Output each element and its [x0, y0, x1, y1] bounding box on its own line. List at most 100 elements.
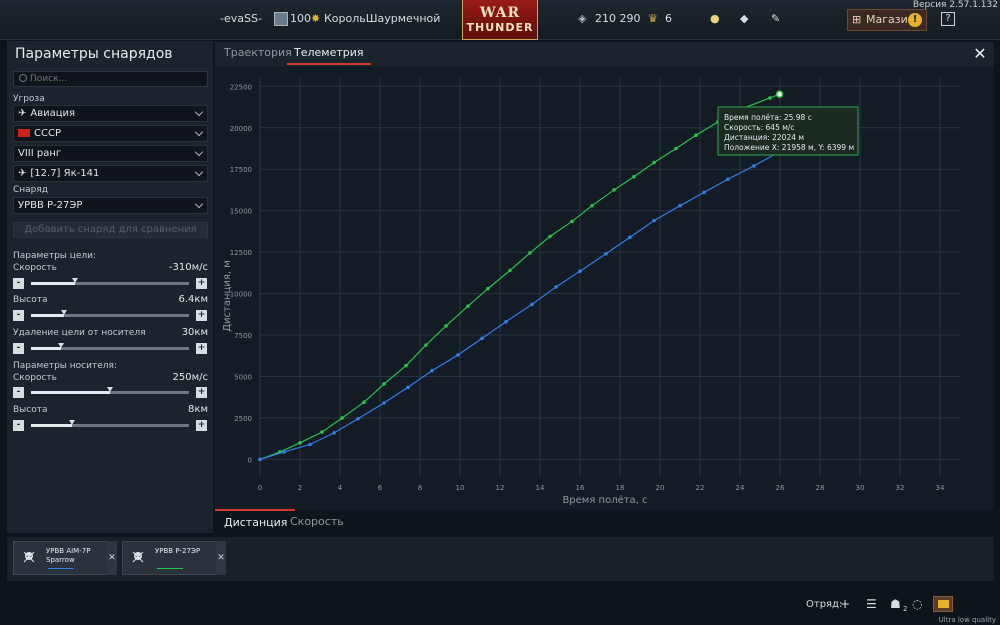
rank-select[interactable]: VIII ранг — [13, 145, 208, 162]
data-point[interactable] — [404, 363, 408, 368]
slider-thumb[interactable] — [72, 278, 79, 283]
data-point[interactable] — [678, 203, 682, 208]
carrier-alt-minus-button[interactable]: - — [13, 420, 24, 431]
data-point[interactable] — [480, 336, 484, 341]
data-point[interactable] — [590, 203, 594, 208]
data-point[interactable] — [424, 343, 428, 347]
slider-thumb[interactable] — [58, 343, 65, 348]
compare-card-aim7p[interactable]: УРВВ AIM-7P Sparrow — [13, 541, 117, 575]
target-alt-plus-button[interactable]: + — [196, 310, 207, 321]
target-speed-plus-button[interactable]: + — [196, 278, 207, 289]
data-point[interactable] — [486, 286, 490, 291]
player-title[interactable]: КорольШаурмечной — [324, 12, 440, 25]
mail-icon[interactable] — [933, 596, 953, 612]
add-squad-icon[interactable]: + — [840, 597, 850, 611]
data-point[interactable] — [466, 304, 470, 308]
data-point[interactable] — [694, 133, 698, 138]
remove-compare-button[interactable]: ✕ — [216, 541, 226, 575]
friends-icon[interactable]: ☗ — [890, 597, 901, 611]
help-button[interactable]: ? — [941, 12, 955, 26]
remove-compare-button[interactable]: ✕ — [107, 541, 117, 575]
close-icon[interactable]: ✕ — [972, 46, 988, 62]
target-alt-slider[interactable] — [31, 310, 189, 317]
lightbulb-icon[interactable]: ● — [710, 12, 720, 25]
data-point[interactable] — [612, 188, 616, 192]
slider-thumb[interactable] — [61, 310, 68, 315]
data-point[interactable] — [298, 441, 302, 445]
target-dist-plus-button[interactable]: + — [196, 343, 207, 354]
data-point[interactable] — [308, 442, 312, 447]
jet-icon: ✈ — [18, 168, 27, 179]
data-point[interactable] — [632, 174, 636, 179]
data-point[interactable] — [652, 218, 656, 223]
data-point[interactable] — [382, 382, 386, 386]
x-tick-label: 18 — [616, 484, 625, 492]
data-point[interactable] — [332, 431, 336, 435]
carrier-alt-plus-button[interactable]: + — [196, 420, 207, 431]
chat-icon[interactable]: ◌ — [912, 597, 922, 611]
diamond-icon[interactable]: ◆ — [740, 12, 748, 25]
tab-trajectory[interactable]: Траектория — [224, 45, 292, 65]
aircraft-select[interactable]: ✈ [12.7] Як-141 — [13, 165, 208, 182]
data-point[interactable] — [508, 268, 512, 273]
data-point[interactable] — [726, 177, 730, 181]
add-compare-button[interactable]: Добавить снаряд для сравнения — [13, 222, 208, 238]
data-point[interactable] — [504, 319, 508, 324]
data-point[interactable] — [702, 190, 706, 195]
data-point[interactable] — [752, 164, 756, 168]
data-point[interactable] — [604, 251, 608, 256]
shell-select[interactable]: УРВВ Р-27ЭР — [13, 197, 208, 214]
data-point[interactable] — [578, 269, 582, 273]
data-point[interactable] — [554, 285, 558, 289]
data-point[interactable] — [430, 368, 434, 373]
target-dist-slider[interactable] — [31, 343, 189, 350]
shop-button[interactable]: ⊞ Магазин ! — [847, 9, 927, 31]
country-select[interactable]: СССР — [13, 125, 208, 142]
data-point[interactable] — [456, 353, 460, 357]
data-point[interactable] — [628, 235, 632, 239]
slider-thumb[interactable] — [107, 387, 113, 392]
data-point[interactable] — [548, 234, 552, 239]
data-point[interactable] — [530, 302, 534, 307]
compare-card-name: УРВВ AIM-7P Sparrow — [46, 547, 91, 564]
data-point[interactable] — [340, 416, 344, 420]
carrier-alt-slider[interactable] — [31, 420, 189, 427]
target-speed-minus-button[interactable]: - — [13, 278, 24, 289]
username[interactable]: -evaSS- — [220, 12, 262, 25]
data-point[interactable] — [406, 385, 410, 390]
carrier-speed-slider[interactable] — [31, 387, 189, 394]
shell-value: УРВВ Р-27ЭР — [18, 200, 83, 211]
y-tick-label: 5000 — [234, 374, 252, 382]
data-point[interactable] — [652, 160, 656, 165]
tab-telemetry[interactable]: Телеметрия — [287, 45, 371, 65]
wrench-icon[interactable]: ✎ — [771, 12, 780, 25]
tab-speed[interactable]: Скорость — [290, 515, 344, 536]
list-icon[interactable]: ☰ — [866, 597, 877, 611]
tab-distance[interactable]: Дистанция — [215, 509, 296, 530]
data-point[interactable] — [528, 251, 532, 255]
game-logo[interactable]: WAR THUNDER — [462, 0, 538, 40]
compare-card-r27er[interactable]: УРВВ Р-27ЭР — [122, 541, 226, 575]
threat-type-select[interactable]: ✈ Авиация — [13, 105, 208, 122]
data-point[interactable] — [768, 96, 772, 100]
target-speed-slider[interactable] — [31, 278, 189, 285]
data-point[interactable] — [570, 219, 574, 224]
data-point[interactable] — [356, 416, 360, 421]
data-point[interactable] — [444, 324, 448, 328]
carrier-speed-plus-button[interactable]: + — [196, 387, 207, 398]
data-point[interactable] — [382, 401, 386, 405]
search-input[interactable] — [13, 71, 208, 87]
golden-eagles-count[interactable]: 6 — [665, 12, 672, 25]
carrier-speed-minus-button[interactable]: - — [13, 387, 24, 398]
hovered-point[interactable] — [775, 90, 784, 98]
silver-lions-count[interactable]: 210 290 — [595, 12, 641, 25]
data-point[interactable] — [674, 146, 678, 151]
target-alt-minus-button[interactable]: - — [13, 310, 24, 321]
data-point[interactable] — [258, 457, 262, 462]
data-point[interactable] — [320, 430, 324, 434]
slider-thumb[interactable] — [69, 420, 76, 425]
data-point[interactable] — [362, 400, 366, 405]
avatar[interactable] — [274, 12, 288, 26]
target-dist-minus-button[interactable]: - — [13, 343, 24, 354]
data-point[interactable] — [282, 450, 286, 454]
